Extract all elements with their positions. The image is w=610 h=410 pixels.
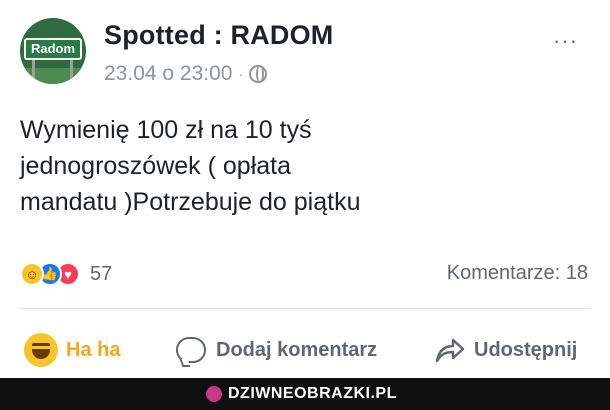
facebook-post: Radom Spotted : RADOM 23.04 o 23:00 · ··… (0, 0, 610, 378)
page-avatar[interactable]: Radom (20, 18, 86, 84)
post-actions: Ha ha Dodaj komentarz Udostępnij (20, 330, 600, 370)
watermark-text: DZIWNEOBRAZKI.PL (228, 385, 397, 402)
post-stats: ☺ 👍 ♥ 57 Komentarze: 18 (20, 262, 590, 292)
haha-reaction-icon: ☺ (20, 262, 44, 286)
page-name-link[interactable]: Spotted : RADOM (104, 20, 333, 51)
haha-face-icon (24, 333, 58, 367)
watermark-bar: DZIWNEOBRAZKI.PL (0, 378, 610, 410)
comment-button-label: Dodaj komentarz (216, 338, 378, 361)
haha-button-label: Ha ha (66, 338, 121, 361)
globe-icon (249, 65, 268, 83)
add-comment-button[interactable]: Dodaj komentarz (176, 330, 377, 370)
comment-bubble-icon (176, 337, 206, 363)
divider (20, 308, 590, 309)
share-arrow-icon (435, 338, 465, 363)
reactions-summary[interactable]: ☺ 👍 ♥ 57 (20, 262, 112, 286)
post-header: Radom Spotted : RADOM 23.04 o 23:00 · ··… (20, 18, 590, 88)
watermark: DZIWNEOBRAZKI.PL (206, 384, 397, 404)
post-text: Wymienię 100 zł na 10 tyś jednogroszówek… (20, 116, 361, 216)
comments-count-link[interactable]: Komentarze: 18 (447, 262, 588, 285)
post-meta: 23.04 o 23:00 · (104, 62, 268, 86)
reaction-count: 57 (90, 262, 113, 285)
share-button-label: Udostępnij (474, 338, 578, 361)
watermark-logo-icon (206, 386, 222, 402)
more-options-icon[interactable]: ··· (553, 28, 578, 54)
haha-reaction-button[interactable]: Ha ha (24, 330, 120, 370)
share-button[interactable]: Udostępnij (434, 330, 577, 370)
post-timestamp[interactable]: 23.04 o 23:00 (104, 62, 232, 86)
meta-separator: · (238, 66, 244, 82)
avatar-sign-text: Radom (24, 38, 82, 60)
